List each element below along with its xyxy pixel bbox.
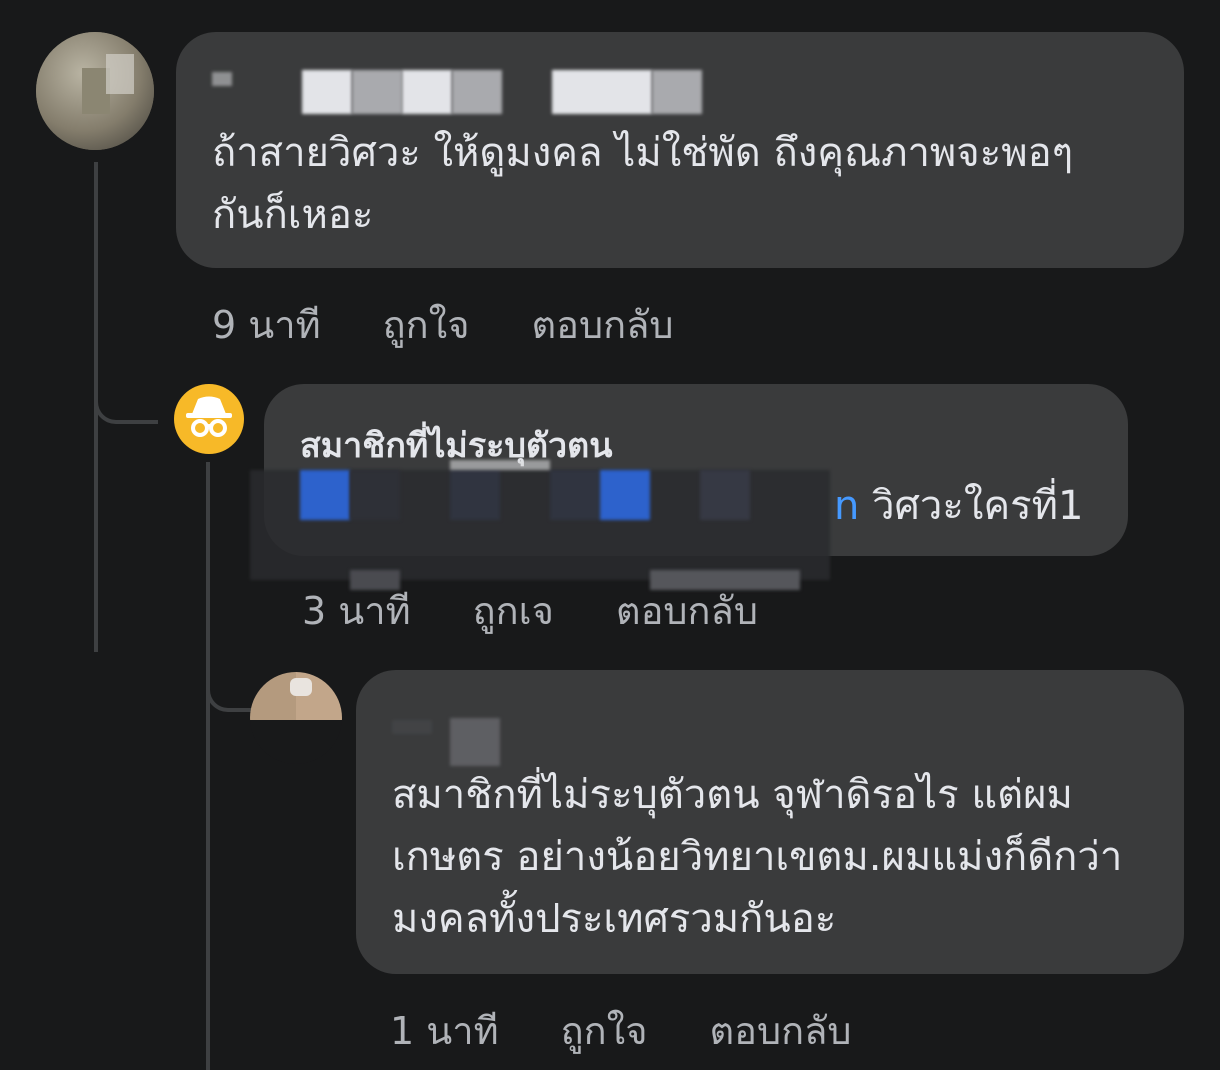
like-button[interactable]: ถูกใจ xyxy=(383,294,470,355)
comment-text: สมาชิกที่ไม่ระบุตัวตน จุฬาดิรอไร แต่ผมเก… xyxy=(392,772,1123,942)
like-button[interactable]: ถูกใจ xyxy=(561,1000,648,1061)
comment-timestamp: 3 นาที xyxy=(302,589,411,633)
comment-bubble: ถ้าสายวิศวะ ให้ดูมงคล ไม่ใช่พัด ถึงคุณภา… xyxy=(176,32,1184,268)
comment-text-visible: n วิศวะใครที่1 xyxy=(834,483,1084,529)
like-button[interactable]: ถูกเจ xyxy=(473,580,554,641)
mention-fragment[interactable]: n xyxy=(834,483,859,529)
thread-connector-reply-2 xyxy=(206,660,252,712)
reply-button[interactable]: ตอบกลับ xyxy=(616,580,758,641)
comment-timestamp: 1 นาที xyxy=(390,1009,499,1053)
thread-line-reply xyxy=(206,462,210,1070)
comment-actions: 3 นาที ถูกเจ ตอบกลับ xyxy=(302,580,820,641)
redacted-author-name xyxy=(212,70,712,116)
incognito-icon xyxy=(186,396,232,437)
comment-text: ถ้าสายวิศวะ ให้ดูมงคล ไม่ใช่พัด ถึงคุณภา… xyxy=(212,130,1074,238)
redacted-comment-text xyxy=(250,460,840,590)
redacted-author-name xyxy=(392,718,852,768)
thread-connector-reply-1 xyxy=(94,380,158,424)
reply-avatar[interactable] xyxy=(250,672,342,764)
anonymous-avatar[interactable] xyxy=(174,384,244,454)
comment-actions: 1 นาที ถูกใจ ตอบกลับ xyxy=(390,1000,914,1061)
comment-bubble: สมาชิกที่ไม่ระบุตัวตน จุฬาดิรอไร แต่ผมเก… xyxy=(356,670,1184,974)
comment-timestamp: 9 นาที xyxy=(212,303,321,347)
comment-actions: 9 นาที ถูกใจ ตอบกลับ xyxy=(212,294,736,355)
reply-button[interactable]: ตอบกลับ xyxy=(709,1000,851,1061)
commenter-avatar[interactable] xyxy=(36,32,154,150)
reply-button[interactable]: ตอบกลับ xyxy=(531,294,673,355)
